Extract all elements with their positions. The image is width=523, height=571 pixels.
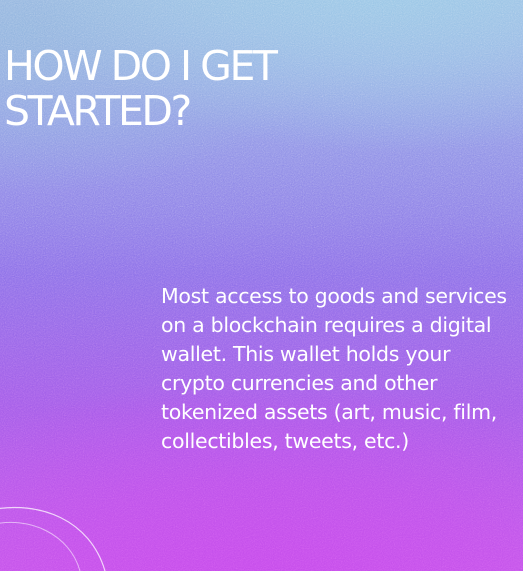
intro-paragraph: Most access to goods and services on a b… [161,284,507,453]
decorative-curves [0,506,106,571]
page-heading: HOW DO I GET STARTED? [4,42,278,135]
